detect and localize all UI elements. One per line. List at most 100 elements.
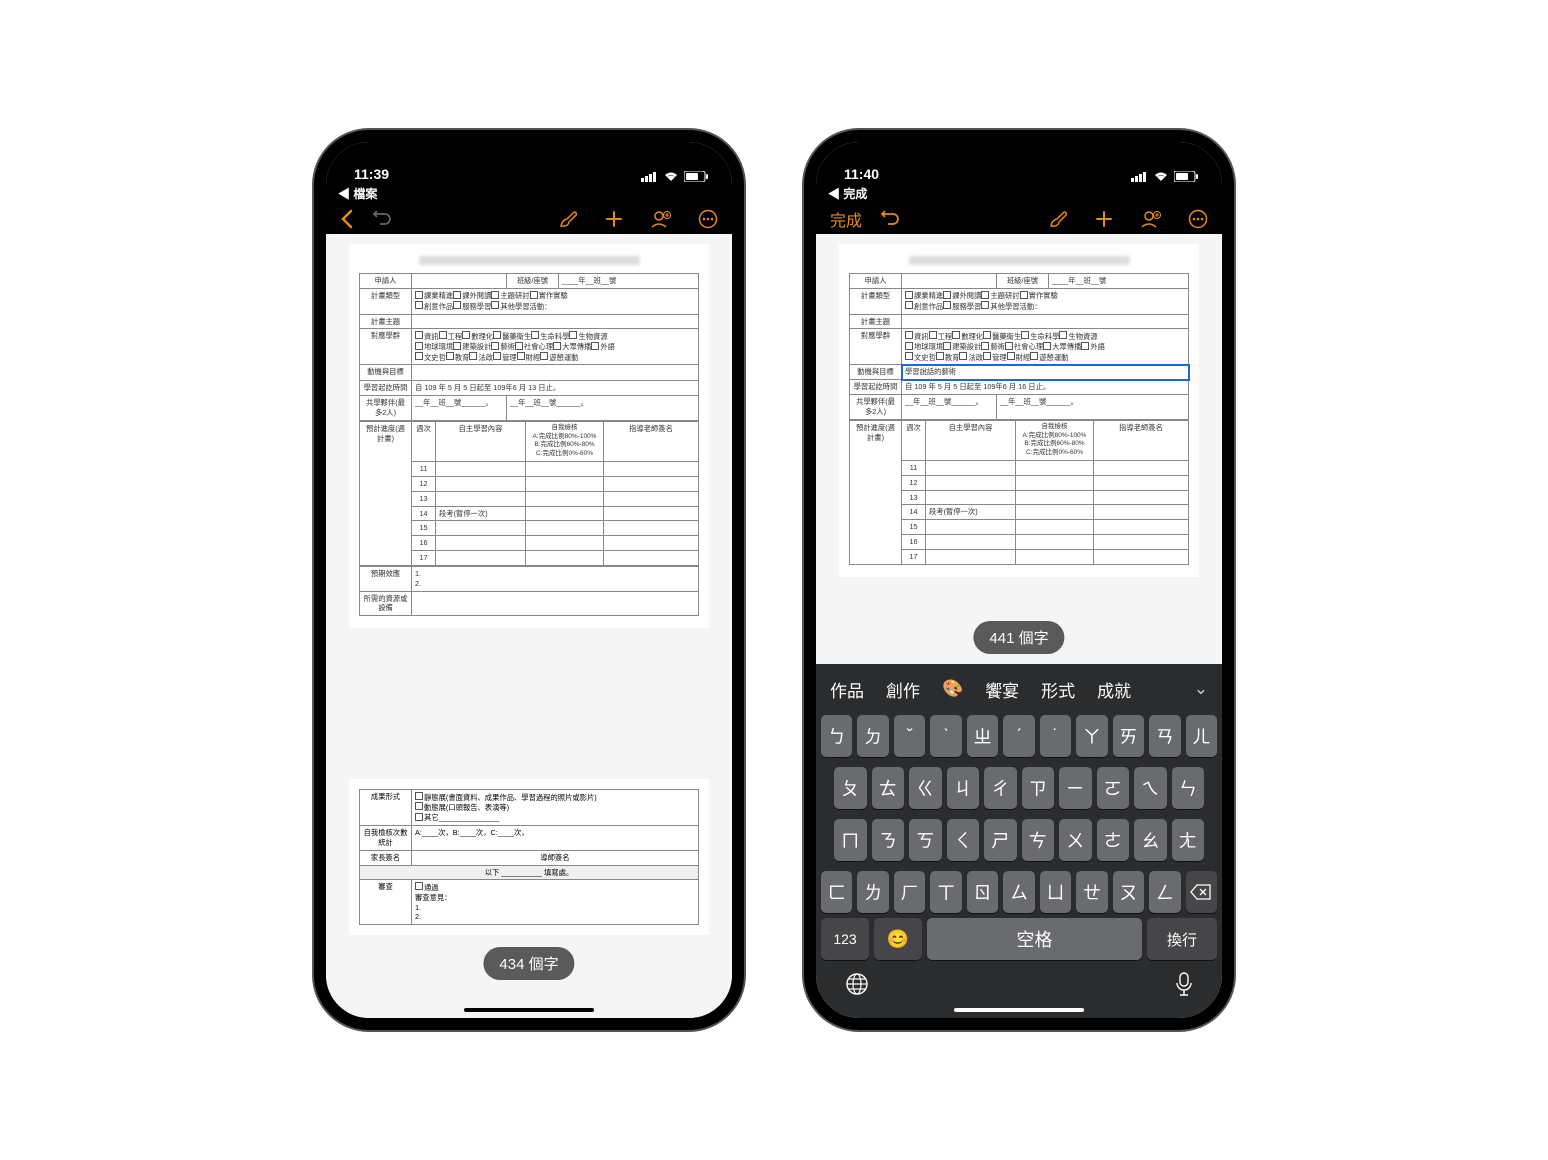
abc-key[interactable]: 123 bbox=[821, 918, 869, 960]
col-sign: 指導老師簽名 bbox=[604, 421, 699, 461]
key[interactable]: ㄨ bbox=[1059, 819, 1092, 861]
document-page-1: 申請人班級/座號____年__班__號 計畫類型課業精進課外閱讀主題研討實作實驗… bbox=[839, 244, 1199, 577]
brush-icon[interactable] bbox=[1048, 209, 1068, 229]
key[interactable]: ˙ bbox=[1040, 715, 1071, 757]
done-button[interactable]: 完成 bbox=[830, 207, 862, 231]
undo-icon[interactable] bbox=[880, 209, 900, 229]
return-key[interactable]: 換行 bbox=[1147, 918, 1217, 960]
key[interactable]: ㄋ bbox=[872, 819, 905, 861]
key[interactable]: ˇ bbox=[894, 715, 925, 757]
candidate-emoji[interactable]: 🎨 bbox=[934, 679, 971, 699]
key[interactable]: ㄊ bbox=[872, 767, 905, 809]
motive-input-focused[interactable]: 學習說話的藝術 bbox=[902, 365, 1189, 380]
key[interactable]: ㄑ bbox=[947, 819, 980, 861]
key[interactable]: ˋ bbox=[930, 715, 961, 757]
key[interactable]: ㄐ bbox=[947, 767, 980, 809]
mic-icon[interactable] bbox=[1174, 971, 1194, 1002]
key[interactable]: ㄡ bbox=[1113, 871, 1144, 913]
key[interactable]: ㄇ bbox=[834, 819, 867, 861]
add-person-icon[interactable] bbox=[650, 209, 672, 229]
week-cell: 11 bbox=[412, 462, 436, 477]
candidate-bar[interactable]: 作品 創作 🎨 饗宴 形式 成就 ⌄ bbox=[816, 668, 1222, 710]
candidate[interactable]: 創作 bbox=[878, 677, 928, 702]
key[interactable]: ㄎ bbox=[909, 819, 942, 861]
screen: 11:40 ◀ 完成 完成 申請人班級/座號____年__班__號 bbox=[816, 142, 1222, 1018]
status-time: 11:39 bbox=[354, 166, 389, 182]
key[interactable]: ㄆ bbox=[834, 767, 867, 809]
candidate[interactable]: 形式 bbox=[1033, 677, 1083, 702]
key[interactable]: ㄝ bbox=[1076, 871, 1107, 913]
plus-icon[interactable] bbox=[1094, 209, 1114, 229]
more-icon[interactable] bbox=[1188, 209, 1208, 229]
exam-cell: 段考(暫停一次) bbox=[926, 505, 1016, 520]
add-person-icon[interactable] bbox=[1140, 209, 1162, 229]
home-indicator[interactable] bbox=[464, 1008, 594, 1012]
label-teacher: 導師簽名 bbox=[412, 850, 699, 865]
back-to-app[interactable]: ◀ 檔案 bbox=[338, 185, 377, 202]
key[interactable]: ㄕ bbox=[984, 819, 1017, 861]
document-area[interactable]: 申請人班級/座號____年__班__號 計畫類型課業精進課外閱讀主題研討實作實驗… bbox=[326, 234, 732, 1018]
key[interactable]: ㄛ bbox=[1097, 767, 1130, 809]
key[interactable]: ㄟ bbox=[1134, 767, 1167, 809]
home-indicator[interactable] bbox=[954, 1008, 1084, 1012]
label-motive: 動機與目標 bbox=[360, 365, 412, 381]
key[interactable]: ㄚ bbox=[1076, 715, 1107, 757]
label-applicant: 申請人 bbox=[850, 274, 902, 289]
label-parent: 家長簽名 bbox=[360, 850, 412, 865]
candidate[interactable]: 作品 bbox=[822, 677, 872, 702]
key[interactable]: ㄍ bbox=[909, 767, 942, 809]
key[interactable]: ㄤ bbox=[1172, 819, 1205, 861]
chevron-down-icon[interactable]: ⌄ bbox=[1186, 679, 1216, 699]
week-cell: 16 bbox=[412, 536, 436, 551]
key[interactable]: ㄅ bbox=[821, 715, 852, 757]
emoji-key[interactable]: 😊 bbox=[874, 918, 922, 960]
phone-left: 11:39 ◀ 檔案 申請人班級/座號____年__班__號 bbox=[314, 130, 744, 1030]
key[interactable]: ㄓ bbox=[967, 715, 998, 757]
key[interactable]: ㄈ bbox=[821, 871, 852, 913]
key[interactable]: ㄗ bbox=[1022, 767, 1055, 809]
key[interactable]: ㄜ bbox=[1097, 819, 1130, 861]
key[interactable]: ㄖ bbox=[967, 871, 998, 913]
key[interactable]: ㄢ bbox=[1149, 715, 1180, 757]
key[interactable]: ㄌ bbox=[857, 871, 888, 913]
word-count-pill: 441 個字 bbox=[973, 621, 1064, 654]
toolbar-left bbox=[340, 209, 392, 229]
keyboard-bottom-row: 123 😊 空格 換行 bbox=[816, 918, 1222, 965]
label-schedule: 預計進度(週計畫) bbox=[360, 421, 412, 565]
key[interactable]: ㄏ bbox=[894, 871, 925, 913]
undo-icon[interactable] bbox=[372, 209, 392, 229]
week-cell: 13 bbox=[412, 491, 436, 506]
key[interactable]: ㄩ bbox=[1040, 871, 1071, 913]
document-area[interactable]: 申請人班級/座號____年__班__號 計畫類型課業精進課外閱讀主題研討實作實驗… bbox=[816, 234, 1222, 664]
back-to-app[interactable]: ◀ 完成 bbox=[828, 185, 867, 202]
key[interactable]: ㄔ bbox=[984, 767, 1017, 809]
key[interactable]: ㄥ bbox=[1149, 871, 1180, 913]
key[interactable]: ㄉ bbox=[857, 715, 888, 757]
brush-icon[interactable] bbox=[558, 209, 578, 229]
key[interactable]: ㄠ bbox=[1134, 819, 1167, 861]
candidate[interactable]: 饗宴 bbox=[977, 677, 1027, 702]
value-class: ____年__班__號 bbox=[559, 274, 699, 289]
key[interactable]: ㄒ bbox=[930, 871, 961, 913]
space-key[interactable]: 空格 bbox=[927, 918, 1142, 960]
backspace-key[interactable] bbox=[1186, 871, 1217, 913]
back-chevron-icon[interactable] bbox=[340, 209, 354, 229]
candidate[interactable]: 成就 bbox=[1089, 677, 1139, 702]
globe-icon[interactable] bbox=[844, 971, 870, 1002]
key[interactable]: ˊ bbox=[1003, 715, 1034, 757]
key[interactable]: ㄦ bbox=[1186, 715, 1217, 757]
document-page-1: 申請人班級/座號____年__班__號 計畫類型課業精進課外閱讀主題研討實作實驗… bbox=[349, 244, 709, 628]
page2-table: 成果形式靜態展(書面資料、成果作品、學習過程的照片或影片)動態展(口頭報告、表演… bbox=[359, 789, 699, 925]
week-cell: 11 bbox=[902, 460, 926, 475]
plus-icon[interactable] bbox=[604, 209, 624, 229]
more-icon[interactable] bbox=[698, 209, 718, 229]
key[interactable]: ㄣ bbox=[1172, 767, 1205, 809]
exam-cell: 段考(暫停一次) bbox=[436, 506, 526, 521]
key[interactable]: ㄙ bbox=[1003, 871, 1034, 913]
key[interactable]: ㄞ bbox=[1113, 715, 1144, 757]
key[interactable]: ㄧ bbox=[1059, 767, 1092, 809]
week-cell: 14 bbox=[902, 505, 926, 520]
notch bbox=[932, 142, 1107, 170]
key[interactable]: ㄘ bbox=[1022, 819, 1055, 861]
document-page-2-top: 成果形式靜態展(書面資料、成果作品、學習過程的照片或影片)動態展(口頭報告、表演… bbox=[349, 779, 709, 935]
